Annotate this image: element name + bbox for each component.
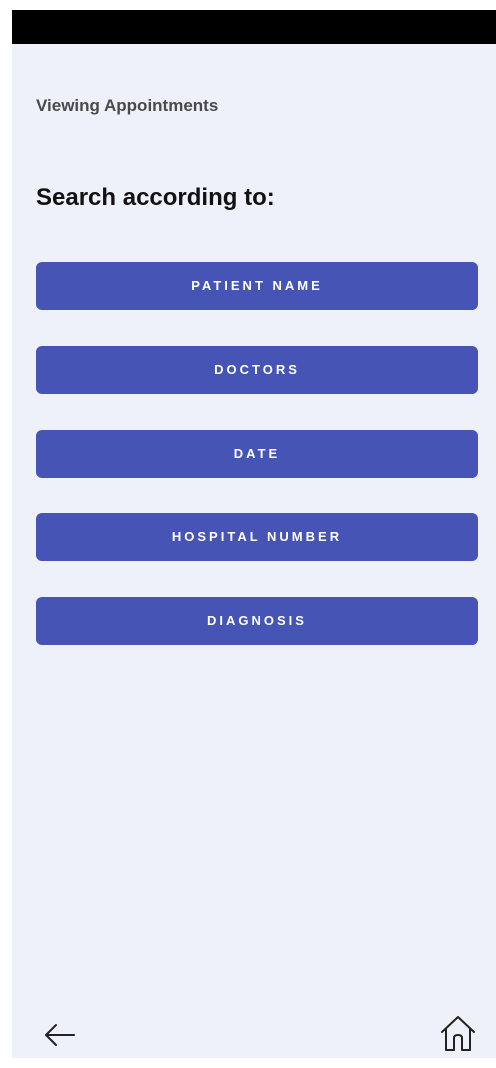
status-bar (12, 10, 496, 44)
search-by-patient-name-button[interactable]: PATIENT NAME (36, 262, 478, 310)
app-screen: Viewing Appointments Search according to… (12, 10, 496, 1058)
back-button[interactable] (38, 1015, 78, 1055)
home-icon (441, 1016, 475, 1051)
search-by-date-button[interactable]: DATE (36, 430, 478, 478)
search-by-hospital-number-button[interactable]: HOSPITAL NUMBER (36, 513, 478, 561)
screen-title: Viewing Appointments (36, 96, 219, 115)
search-heading: Search according to: (36, 184, 275, 211)
arrow-left-icon (45, 1024, 75, 1046)
search-by-diagnosis-button[interactable]: DIAGNOSIS (36, 597, 478, 645)
search-by-doctors-button[interactable]: DOCTORS (36, 346, 478, 394)
home-button[interactable] (436, 1011, 480, 1055)
